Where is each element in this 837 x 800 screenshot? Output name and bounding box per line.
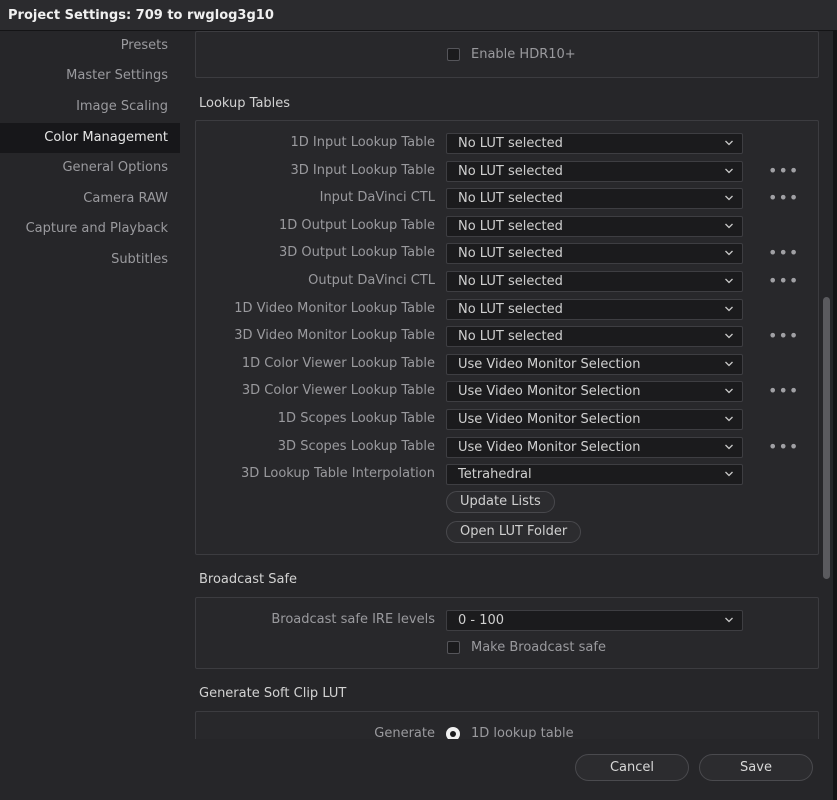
enable-hdr10-label: Enable HDR10+ [471, 47, 576, 62]
lut-dropdown-value: Tetrahedral [458, 467, 532, 482]
lut-dropdown-value: No LUT selected [458, 274, 563, 289]
scrollbar-thumb[interactable] [823, 297, 830, 579]
chevron-down-icon [725, 333, 733, 339]
generate-1d-label: 1D lookup table [471, 726, 574, 739]
more-options-icon[interactable]: ••• [768, 245, 799, 261]
lut-dropdown-value: Use Video Monitor Selection [458, 412, 641, 427]
lut-dropdown-value: No LUT selected [458, 246, 563, 261]
lookup-tables-title: Lookup Tables [199, 96, 291, 111]
lut-dropdown[interactable]: No LUT selected [446, 161, 743, 182]
lut-dropdown-value: No LUT selected [458, 329, 563, 344]
lut-row-label: 1D Video Monitor Lookup Table [234, 301, 435, 316]
enable-hdr10-checkbox[interactable] [447, 48, 460, 61]
lut-row-label: 3D Output Lookup Table [279, 245, 435, 260]
sidebar-item-camera-raw[interactable]: Camera RAW [0, 184, 180, 214]
lut-dropdown[interactable]: Tetrahedral [446, 464, 743, 485]
broadcast-ire-value: 0 - 100 [458, 613, 505, 628]
sidebar-item-capture-and-playback[interactable]: Capture and Playback [0, 214, 180, 244]
more-options-icon[interactable]: ••• [768, 190, 799, 206]
sidebar: Presets Master Settings Image Scaling Co… [0, 31, 180, 731]
settings-window: Presets Master Settings Image Scaling Co… [0, 31, 837, 800]
make-broadcast-safe-label: Make Broadcast safe [471, 640, 606, 655]
broadcast-safe-panel: Broadcast safe IRE levels 0 - 100 Make B… [195, 597, 819, 669]
lut-row-label: 3D Scopes Lookup Table [277, 439, 435, 454]
lookup-tables-panel: 1D Input Lookup Table No LUT selected 3D I… [195, 120, 819, 555]
settings-content: Enable HDR10+ Lookup Tables 1D Input Loo… [180, 31, 820, 739]
lut-dropdown[interactable]: No LUT selected [446, 271, 743, 292]
more-options-icon[interactable]: ••• [768, 273, 799, 289]
lut-row-label: 3D Color Viewer Lookup Table [241, 383, 435, 398]
more-options-icon[interactable]: ••• [768, 328, 799, 344]
soft-clip-title: Generate Soft Clip LUT [199, 686, 347, 701]
chevron-down-icon [725, 416, 733, 422]
lut-dropdown-value: Use Video Monitor Selection [458, 440, 641, 455]
broadcast-safe-title: Broadcast Safe [199, 572, 298, 587]
lut-row-label: Output DaVinci CTL [308, 273, 435, 288]
sidebar-item-color-management[interactable]: Color Management [0, 123, 180, 153]
lut-dropdown[interactable]: Use Video Monitor Selection [446, 354, 743, 375]
lut-row-label: 3D Input Lookup Table [290, 163, 436, 178]
update-lists-button[interactable]: Update Lists [446, 491, 555, 513]
window-title: Project Settings: 709 to rwglog3g10 [8, 8, 274, 23]
chevron-down-icon [725, 361, 733, 367]
chevron-down-icon [725, 140, 733, 146]
lut-dropdown-value: No LUT selected [458, 302, 563, 317]
broadcast-ire-dropdown[interactable]: 0 - 100 [446, 610, 743, 631]
lut-row-label: 3D Lookup Table Interpolation [240, 466, 435, 481]
chevron-down-icon [725, 471, 733, 477]
chevron-down-icon [725, 388, 733, 394]
lut-dropdown-value: Use Video Monitor Selection [458, 384, 641, 399]
generate-label: Generate [374, 726, 435, 739]
sidebar-item-presets[interactable]: Presets [0, 31, 180, 61]
generate-1d-radio[interactable] [446, 727, 460, 739]
lut-dropdown-value: No LUT selected [458, 136, 563, 151]
chevron-down-icon [725, 617, 733, 623]
lut-dropdown-value: No LUT selected [458, 191, 563, 206]
sidebar-item-subtitles[interactable]: Subtitles [0, 245, 180, 275]
lut-row-label: 1D Output Lookup Table [279, 218, 435, 233]
sidebar-item-master-settings[interactable]: Master Settings [0, 61, 180, 91]
more-options-icon[interactable]: ••• [768, 163, 799, 179]
lut-dropdown[interactable]: No LUT selected [446, 326, 743, 347]
lut-dropdown-value: No LUT selected [458, 164, 563, 179]
lut-row-label: 1D Scopes Lookup Table [277, 411, 435, 426]
lut-dropdown[interactable]: No LUT selected [446, 243, 743, 264]
lut-dropdown[interactable]: Use Video Monitor Selection [446, 437, 743, 458]
make-broadcast-safe-checkbox[interactable] [447, 641, 460, 654]
lut-dropdown[interactable]: No LUT selected [446, 133, 743, 154]
lut-dropdown[interactable]: No LUT selected [446, 188, 743, 209]
sidebar-item-general-options[interactable]: General Options [0, 153, 180, 183]
window-edge [833, 31, 837, 800]
chevron-down-icon [725, 168, 733, 174]
more-options-icon[interactable]: ••• [768, 439, 799, 455]
save-button[interactable]: Save [699, 754, 813, 781]
broadcast-ire-label: Broadcast safe IRE levels [271, 612, 435, 627]
cancel-button[interactable]: Cancel [575, 754, 689, 781]
lut-dropdown-value: No LUT selected [458, 219, 563, 234]
chevron-down-icon [725, 444, 733, 450]
chevron-down-icon [725, 223, 733, 229]
lut-row-label: 1D Input Lookup Table [290, 135, 436, 150]
open-lut-folder-button[interactable]: Open LUT Folder [446, 521, 582, 543]
chevron-down-icon [725, 306, 733, 312]
lut-dropdown-value: Use Video Monitor Selection [458, 357, 641, 372]
lut-dropdown[interactable]: No LUT selected [446, 216, 743, 237]
title-bar: Project Settings: 709 to rwglog3g10 [0, 0, 837, 31]
chevron-down-icon [725, 278, 733, 284]
chevron-down-icon [725, 250, 733, 256]
chevron-down-icon [725, 195, 733, 201]
hdr-panel: Enable HDR10+ [195, 31, 819, 78]
soft-clip-panel: Generate 1D lookup table [195, 711, 819, 739]
lut-row-label: 3D Video Monitor Lookup Table [234, 328, 435, 343]
lut-dropdown[interactable]: Use Video Monitor Selection [446, 381, 743, 402]
sidebar-item-image-scaling[interactable]: Image Scaling [0, 92, 180, 122]
lut-row-label: Input DaVinci CTL [319, 190, 435, 205]
lut-dropdown[interactable]: No LUT selected [446, 299, 743, 320]
lut-row-label: 1D Color Viewer Lookup Table [241, 356, 435, 371]
more-options-icon[interactable]: ••• [768, 383, 799, 399]
lut-dropdown[interactable]: Use Video Monitor Selection [446, 409, 743, 430]
